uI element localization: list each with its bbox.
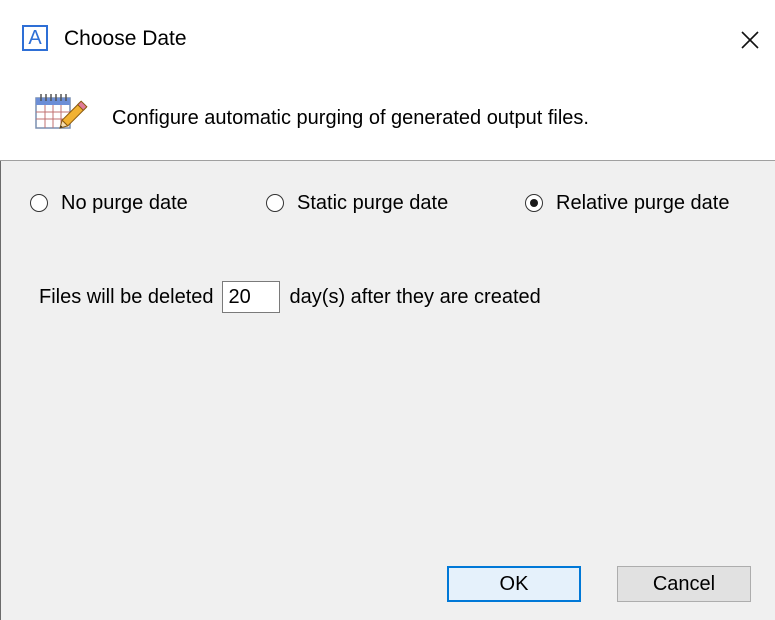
radio-circle[interactable] [266, 194, 284, 212]
radio-label: Static purge date [297, 192, 449, 214]
app-icon: A [22, 25, 48, 51]
radio-label: Relative purge date [556, 192, 730, 214]
radio-label: No purge date [61, 192, 188, 214]
close-icon [741, 31, 759, 49]
days-prefix-label: Files will be deleted [39, 285, 214, 308]
radio-circle[interactable] [525, 194, 543, 212]
title-bar: A Choose Date [0, 0, 775, 76]
days-suffix-label: day(s) after they are created [289, 285, 541, 308]
purge-option-group: No purge date Static purge date Relative… [1, 188, 775, 218]
radio-relative-purge-date[interactable]: Relative purge date [525, 188, 729, 218]
relative-days-row: Files will be deleted 20 day(s) after th… [39, 280, 541, 314]
dialog-header: Configure automatic purging of generated… [0, 76, 775, 161]
radio-no-purge-date[interactable]: No purge date [30, 188, 188, 218]
days-input[interactable]: 20 [221, 281, 280, 313]
dialog-content: No purge date Static purge date Relative… [0, 161, 775, 620]
ok-button[interactable]: OK [447, 566, 581, 602]
cancel-button[interactable]: Cancel [617, 566, 751, 602]
calendar-edit-icon [35, 94, 88, 129]
window-title: Choose Date [64, 27, 187, 50]
choose-date-dialog: A Choose Date Configure automatic purgin… [0, 0, 775, 620]
radio-circle[interactable] [30, 194, 48, 212]
close-button[interactable] [730, 20, 770, 60]
radio-static-purge-date[interactable]: Static purge date [266, 188, 448, 218]
header-description: Configure automatic purging of generated… [112, 107, 589, 129]
